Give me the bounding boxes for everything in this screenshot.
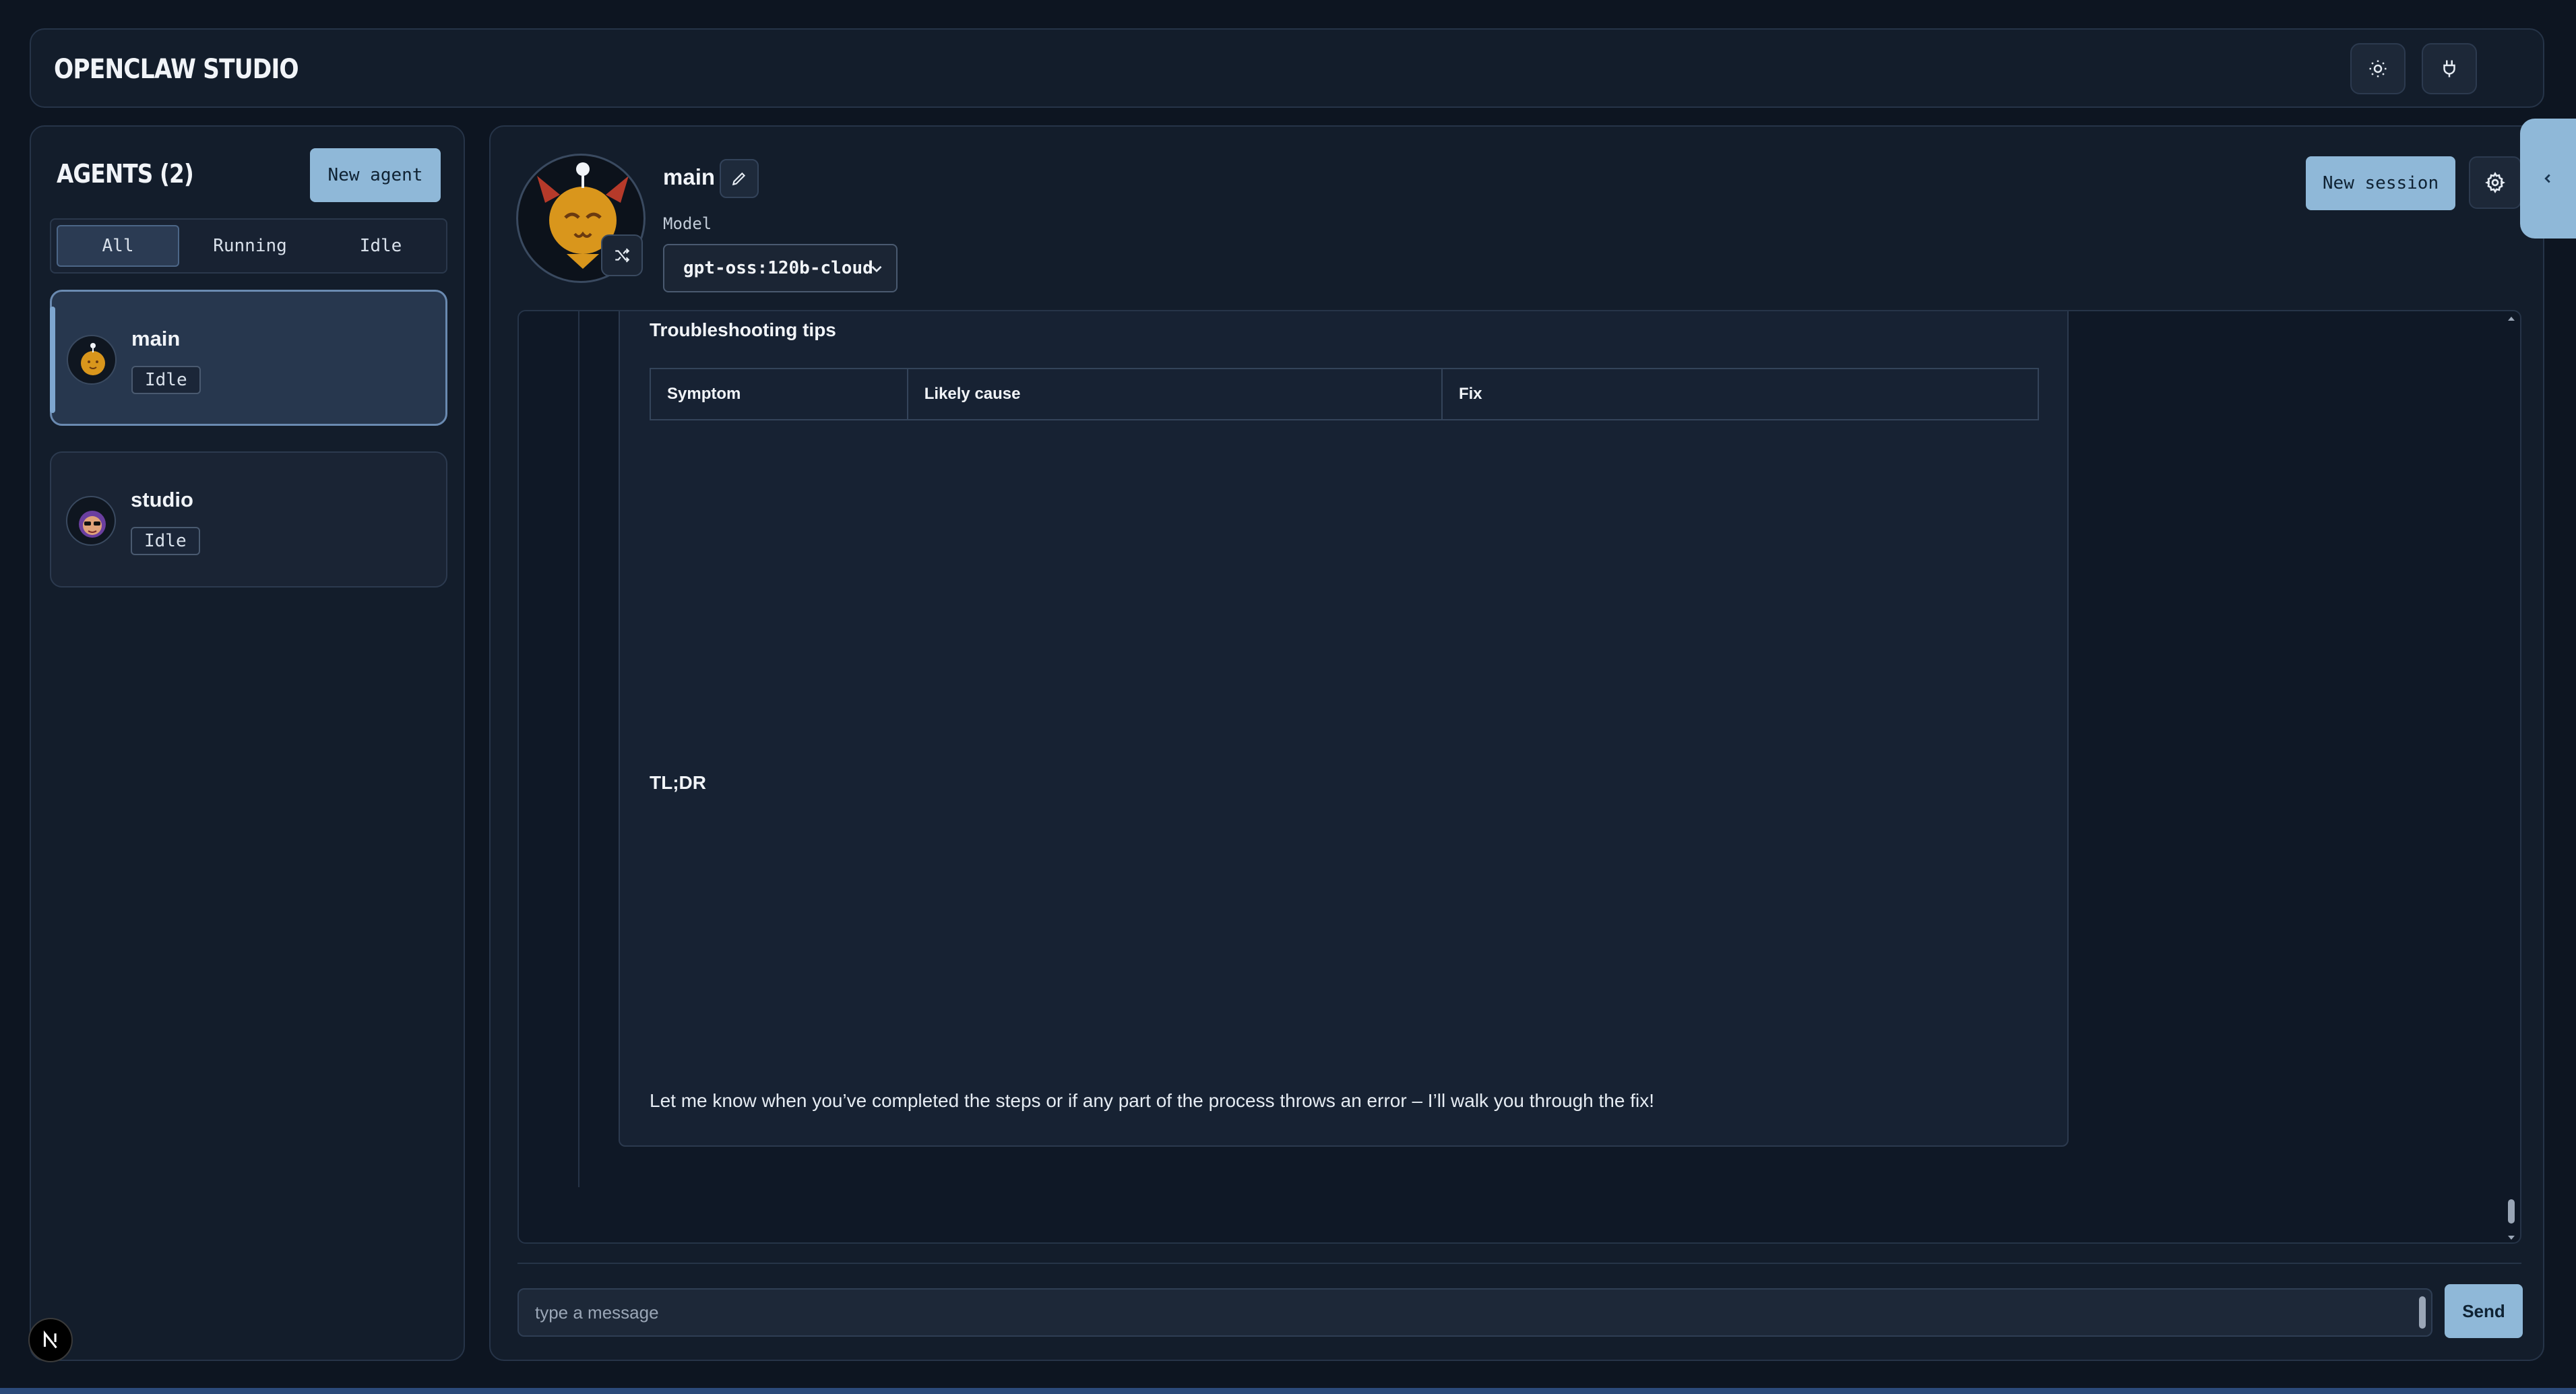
table-header: Likely cause	[906, 368, 1443, 420]
shuffle-icon	[615, 248, 630, 263]
model-select[interactable]: gpt-oss:120b-cloud	[663, 244, 898, 292]
edit-name-button[interactable]	[720, 159, 759, 198]
theme-toggle-button[interactable]	[2350, 43, 2406, 94]
table-header: Fix	[1441, 368, 2040, 420]
scroll-down-icon	[2508, 1236, 2515, 1240]
chat-transcript[interactable]: Troubleshooting tips Symptom Likely caus…	[517, 310, 2521, 1244]
thread-line	[578, 311, 579, 1187]
message-paragraph: Let me know when you’ve completed the st…	[650, 1090, 1654, 1111]
chevron-down-icon	[871, 265, 882, 273]
pencil-icon	[732, 172, 746, 186]
next-js-badge[interactable]	[28, 1318, 73, 1362]
top-bar: OPENCLAW STUDIO	[30, 28, 2544, 108]
n-logo-icon	[43, 1330, 57, 1349]
send-button[interactable]: Send	[2445, 1284, 2523, 1338]
gear-icon	[2485, 172, 2505, 193]
status-badge: Idle	[131, 527, 200, 555]
chat-scrollbar[interactable]	[2507, 315, 2516, 1241]
model-label: Model	[663, 214, 712, 233]
new-session-button[interactable]: New session	[2306, 156, 2455, 210]
tldr-heading: TL;DR	[650, 772, 706, 793]
app-title: OPENCLAW STUDIO	[54, 54, 299, 85]
settings-button[interactable]	[2469, 156, 2521, 209]
main-panel: main Model gpt-oss:120b-cloud New sessio…	[489, 125, 2544, 1361]
status-badge: Idle	[131, 366, 201, 394]
agents-heading: AGENTS (2)	[57, 159, 194, 189]
agent-title: main	[663, 164, 716, 189]
divider	[517, 1263, 2521, 1264]
model-value: gpt-oss:120b-cloud	[683, 258, 873, 278]
table-header-row: Symptom Likely cause Fix	[650, 368, 2040, 420]
agent-filter-group: All Running Idle	[50, 218, 447, 274]
panel-toggle-button[interactable]	[2520, 119, 2576, 239]
chevron-left-icon	[2544, 174, 2550, 183]
table-header: Symptom	[650, 368, 908, 420]
input-scrollbar	[2419, 1296, 2426, 1329]
message-input[interactable]	[517, 1288, 2432, 1337]
agent-name: main	[131, 327, 181, 350]
agents-sidebar: AGENTS (2) New agent All Running Idle ma…	[30, 125, 465, 1361]
assistant-message: Troubleshooting tips Symptom Likely caus…	[619, 311, 2069, 1147]
scroll-up-icon	[2508, 317, 2515, 321]
filter-all[interactable]: All	[57, 225, 179, 267]
agent-card-main[interactable]: main Idle	[50, 290, 447, 426]
bottom-accent	[0, 1388, 2576, 1394]
filter-idle[interactable]: Idle	[319, 225, 442, 267]
new-agent-button[interactable]: New agent	[310, 148, 441, 202]
plug-icon	[2443, 60, 2455, 77]
connection-button[interactable]	[2422, 43, 2477, 94]
tips-heading: Troubleshooting tips	[650, 319, 836, 340]
avatar	[67, 335, 117, 385]
shuffle-avatar-button[interactable]	[601, 234, 643, 276]
filter-running[interactable]: Running	[189, 225, 311, 267]
agent-name: studio	[131, 488, 193, 511]
scrollbar-thumb[interactable]	[2508, 1199, 2515, 1224]
avatar	[66, 496, 116, 546]
troubleshooting-table: Symptom Likely cause Fix	[650, 368, 2040, 420]
agent-card-studio[interactable]: studio Idle	[50, 451, 447, 588]
sun-icon	[2369, 60, 2387, 77]
